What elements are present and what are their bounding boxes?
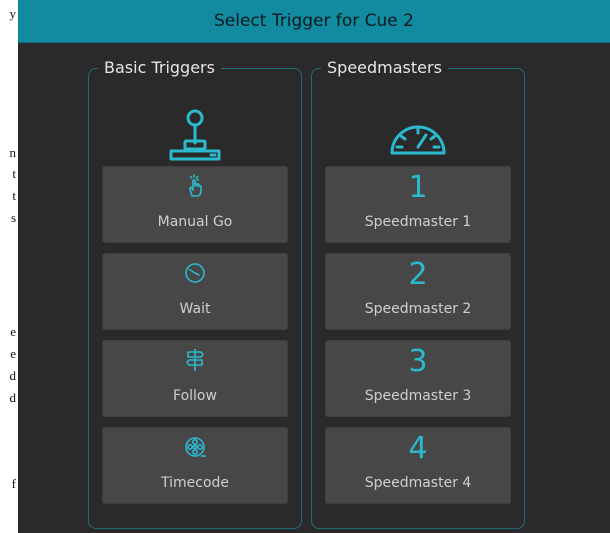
background-document: y n t t s e e d d f [0,0,18,533]
background-text-fragment: s [10,210,16,225]
follow-label: Follow [173,388,217,404]
speedmaster-2-button[interactable]: 2 Speedmaster 2 [325,253,511,330]
background-text-fragment: d [9,390,17,405]
speedmaster-3-label: Speedmaster 3 [364,388,472,404]
signpost-icon [183,348,207,372]
speedmaster-3-number: 3 [408,344,428,379]
hand-tap-icon [183,174,207,198]
speedmasters-legend: Speedmasters [321,57,448,79]
reel-icon [183,435,207,459]
background-text-fragment: t [12,188,16,203]
wait-label: Wait [179,301,211,317]
speedometer-icon [386,107,450,167]
background-text-fragment: d [9,368,17,383]
clock-icon [183,261,207,285]
follow-button[interactable]: Follow [102,340,288,417]
speedmaster-1-number: 1 [408,170,428,205]
speedmaster-4-label: Speedmaster 4 [364,475,472,491]
timecode-button[interactable]: Timecode [102,427,288,504]
speedmaster-1-button[interactable]: 1 Speedmaster 1 [325,166,511,243]
basic-triggers-legend: Basic Triggers [98,57,221,79]
manual-go-label: Manual Go [157,214,233,230]
speedmasters-group: Speedmasters 1 Speedmaster 1 2 Speedmast… [311,57,525,529]
background-text-fragment: e [10,324,16,339]
background-text-fragment: y [9,6,17,21]
speedmaster-2-label: Speedmaster 2 [364,301,472,317]
wait-button[interactable]: Wait [102,253,288,330]
background-text-fragment: t [12,166,16,181]
speedmaster-1-label: Speedmaster 1 [364,214,472,230]
select-trigger-dialog: Select Trigger for Cue 2 Basic Triggers [18,0,610,533]
basic-triggers-group: Basic Triggers Manual Go Wait Follow Tim… [88,57,302,529]
speedmaster-4-button[interactable]: 4 Speedmaster 4 [325,427,511,504]
speedmaster-2-number: 2 [408,257,428,292]
background-text-fragment: e [10,346,16,361]
background-text-fragment: n [9,145,17,160]
manual-go-button[interactable]: Manual Go [102,166,288,243]
joystick-icon [163,107,227,167]
dialog-title: Select Trigger for Cue 2 [18,0,610,43]
speedmaster-4-number: 4 [408,431,428,466]
speedmaster-3-button[interactable]: 3 Speedmaster 3 [325,340,511,417]
background-text-fragment: f [11,476,16,491]
timecode-label: Timecode [160,475,230,491]
